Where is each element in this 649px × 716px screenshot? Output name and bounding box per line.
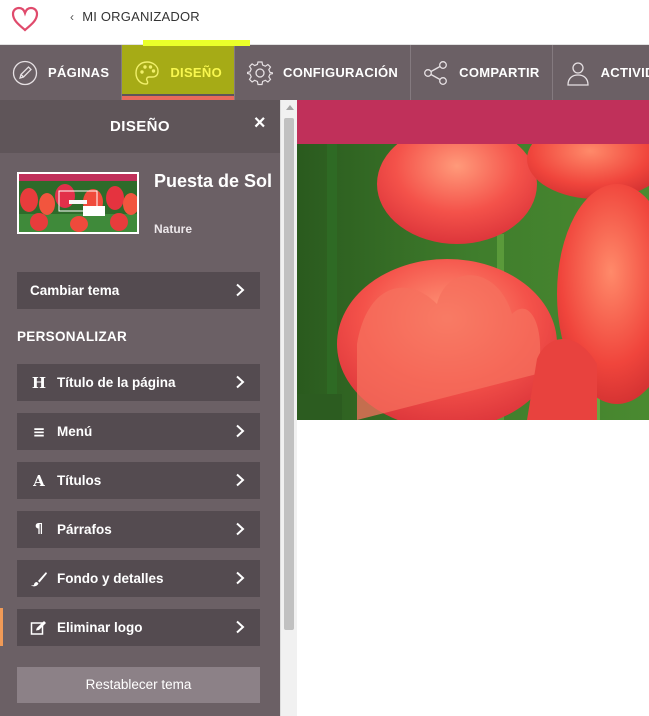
- chevron-left-icon: ‹: [70, 9, 75, 24]
- pencil-icon: [12, 60, 38, 85]
- person-icon: [566, 61, 589, 86]
- remove-logo-button[interactable]: Eliminar logo: [17, 609, 260, 646]
- theme-thumbnail[interactable]: [17, 172, 139, 234]
- brush-icon: [31, 571, 47, 586]
- nav-item-configuration[interactable]: CONFIGURACIÓN: [235, 45, 412, 100]
- top-header: ‹ MI ORGANIZADOR: [0, 0, 649, 45]
- pilcrow-icon: ¶: [34, 522, 44, 537]
- change-theme-button[interactable]: Cambiar tema: [17, 272, 260, 309]
- nav-item-label: ACTIVID: [600, 65, 649, 80]
- main-nav: PÁGINAS DISEÑO CONFIGURACIÓN COMPARTIR A…: [0, 45, 649, 100]
- sidebar-item-label: Menú: [57, 424, 93, 439]
- chevron-right-icon: [236, 522, 245, 536]
- nav-item-design[interactable]: DISEÑO: [122, 45, 235, 100]
- chevron-right-icon: [236, 620, 245, 634]
- nav-item-activity[interactable]: ACTIVID: [553, 45, 649, 100]
- chevron-right-icon: [236, 473, 245, 487]
- site-preview: [297, 100, 649, 716]
- theme-category: Nature: [154, 222, 193, 236]
- scroll-thumb[interactable]: [284, 118, 294, 630]
- nav-item-share[interactable]: COMPARTIR: [411, 45, 553, 100]
- sidebar-title: DISEÑO: [110, 118, 170, 135]
- menu-button[interactable]: ≡ Menú: [17, 413, 260, 450]
- background-details-button[interactable]: Fondo y detalles: [17, 560, 260, 597]
- reset-theme-button[interactable]: Restablecer tema: [17, 667, 260, 703]
- edit-icon: [30, 620, 46, 635]
- change-theme-label: Cambiar tema: [30, 283, 120, 298]
- heading-icon: H: [31, 373, 47, 392]
- share-icon: [424, 60, 448, 85]
- back-link[interactable]: ‹ MI ORGANIZADOR: [70, 9, 200, 24]
- preview-header-band: [297, 100, 649, 144]
- heart-logo-icon[interactable]: [10, 4, 40, 34]
- nav-item-pages[interactable]: PÁGINAS: [0, 45, 123, 100]
- menu-lines-icon: ≡: [32, 422, 46, 441]
- highlight-mark: [143, 40, 250, 46]
- section-title: PERSONALIZAR: [17, 329, 128, 344]
- theme-thumbnail-image: [19, 174, 137, 232]
- nav-item-label: COMPARTIR: [459, 65, 540, 80]
- chevron-right-icon: [236, 424, 245, 438]
- design-sidebar: DISEÑO × Puesta de Sol Nature Cambiar te…: [0, 100, 280, 716]
- back-link-label: MI ORGANIZADOR: [82, 9, 200, 24]
- sidebar-item-label: Párrafos: [57, 522, 112, 537]
- chevron-right-icon: [236, 283, 245, 297]
- gear-icon: [247, 60, 273, 85]
- sidebar-item-label: Título de la página: [57, 375, 176, 390]
- chevron-right-icon: [236, 375, 245, 389]
- nav-item-label: PÁGINAS: [48, 65, 110, 80]
- tulips-banner-image: [297, 144, 649, 420]
- font-icon: A: [33, 471, 45, 490]
- scroll-up-arrow-icon[interactable]: [286, 105, 294, 110]
- paragraphs-button[interactable]: ¶ Párrafos: [17, 511, 260, 548]
- theme-name: Puesta de Sol: [154, 171, 273, 191]
- sidebar-scrollbar[interactable]: [280, 100, 297, 716]
- sidebar-item-label: Eliminar logo: [57, 620, 143, 635]
- nav-item-label: DISEÑO: [170, 65, 222, 80]
- sidebar-header: DISEÑO ×: [0, 100, 280, 153]
- chevron-right-icon: [236, 571, 245, 585]
- titles-button[interactable]: A Títulos: [17, 462, 260, 499]
- palette-icon: [135, 60, 160, 85]
- nav-item-label: CONFIGURACIÓN: [283, 65, 399, 80]
- active-marker: [0, 608, 3, 646]
- sidebar-item-label: Fondo y detalles: [57, 571, 164, 586]
- page-title-button[interactable]: H Título de la página: [17, 364, 260, 401]
- close-icon[interactable]: ×: [254, 100, 266, 147]
- sidebar-item-label: Títulos: [57, 473, 102, 488]
